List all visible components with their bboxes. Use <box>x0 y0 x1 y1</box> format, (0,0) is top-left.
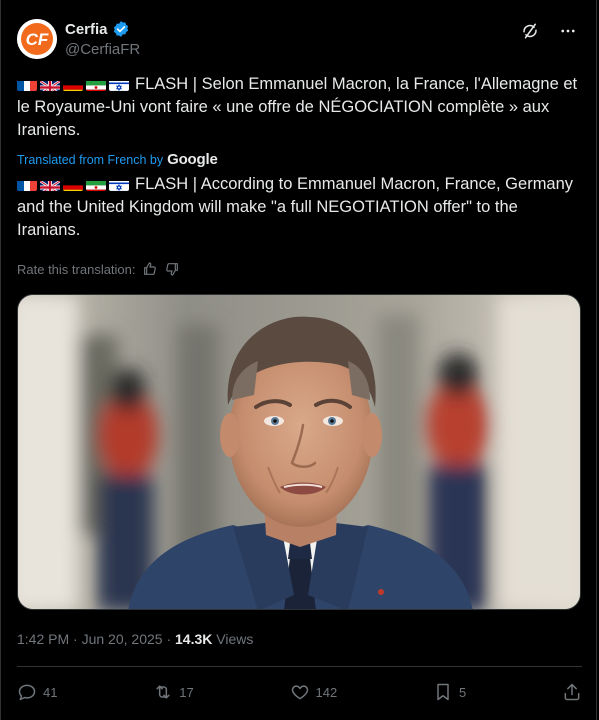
bookmark-icon <box>437 683 449 701</box>
svg-text:CF: CF <box>26 30 49 49</box>
flag-germany-icon <box>63 78 83 91</box>
reply-icon <box>18 684 36 701</box>
top-actions <box>520 21 578 41</box>
tweet-meta: 1:42 PM · Jun 20, 2025 · 14.3K Views <box>17 631 253 647</box>
like-button[interactable]: 142 <box>290 682 338 702</box>
grok-icon[interactable] <box>520 21 540 41</box>
repost-icon <box>156 685 170 699</box>
google-logo: Google <box>167 151 218 168</box>
tweet-time[interactable]: 1:42 PM <box>17 631 69 647</box>
flag-iran-icon <box>86 178 106 191</box>
cerfia-logo-icon: CF <box>17 19 57 59</box>
display-name[interactable]: Cerfia <box>65 21 108 38</box>
views-count: 14.3K <box>175 631 213 647</box>
tweet-date[interactable]: Jun 20, 2025 <box>82 631 163 647</box>
heart-icon <box>291 685 308 700</box>
reply-count: 41 <box>43 684 58 700</box>
divider <box>17 666 582 667</box>
flag-israel-icon <box>109 178 129 191</box>
flag-united-kingdom-icon <box>40 178 60 191</box>
macron-portrait-image <box>18 295 580 609</box>
bookmark-button[interactable]: 5 <box>433 682 466 702</box>
translation-label: Translated from French by <box>17 152 164 167</box>
like-count: 142 <box>315 684 338 700</box>
author-name-row[interactable]: Cerfia <box>65 20 130 38</box>
flag-united-kingdom-icon <box>40 78 60 91</box>
views-label: Views <box>216 631 254 647</box>
tweet-photo[interactable] <box>17 294 581 610</box>
bookmark-count: 5 <box>458 684 467 700</box>
more-icon[interactable] <box>558 21 578 41</box>
avatar[interactable]: CF <box>17 19 57 59</box>
meta-separator: · <box>73 631 82 647</box>
share-button[interactable] <box>562 682 582 702</box>
flag-france-icon <box>17 178 37 191</box>
repost-button[interactable]: 17 <box>153 682 194 702</box>
flags-row-translated <box>17 178 129 191</box>
share-icon <box>564 683 580 701</box>
meta-separator: · <box>166 631 176 647</box>
tweet-original-text: FLASH | Selon Emmanuel Macron, la France… <box>17 73 583 142</box>
rate-translation: Rate this translation: <box>17 261 180 277</box>
tweet-translated-text: FLASH | According to Emmanuel Macron, Fr… <box>17 173 583 242</box>
thumbs-down-icon[interactable] <box>164 261 180 277</box>
flag-iran-icon <box>86 78 106 91</box>
flag-germany-icon <box>63 178 83 191</box>
rate-label: Rate this translation: <box>17 261 136 277</box>
repost-count: 17 <box>179 684 194 700</box>
action-bar: 41 17 142 5 <box>17 677 582 707</box>
verified-badge-icon <box>113 21 128 37</box>
tweet-card: CF Cerfia @CerfiaFR FLASH | Selon Emmanu… <box>0 0 597 720</box>
author-handle[interactable]: @CerfiaFR <box>65 41 140 58</box>
flag-israel-icon <box>109 78 129 91</box>
flags-row <box>17 78 129 91</box>
reply-button[interactable]: 41 <box>17 682 57 702</box>
flag-france-icon <box>17 78 37 91</box>
translation-attribution: Translated from French by Google <box>17 151 218 168</box>
thumbs-up-icon[interactable] <box>142 261 158 277</box>
